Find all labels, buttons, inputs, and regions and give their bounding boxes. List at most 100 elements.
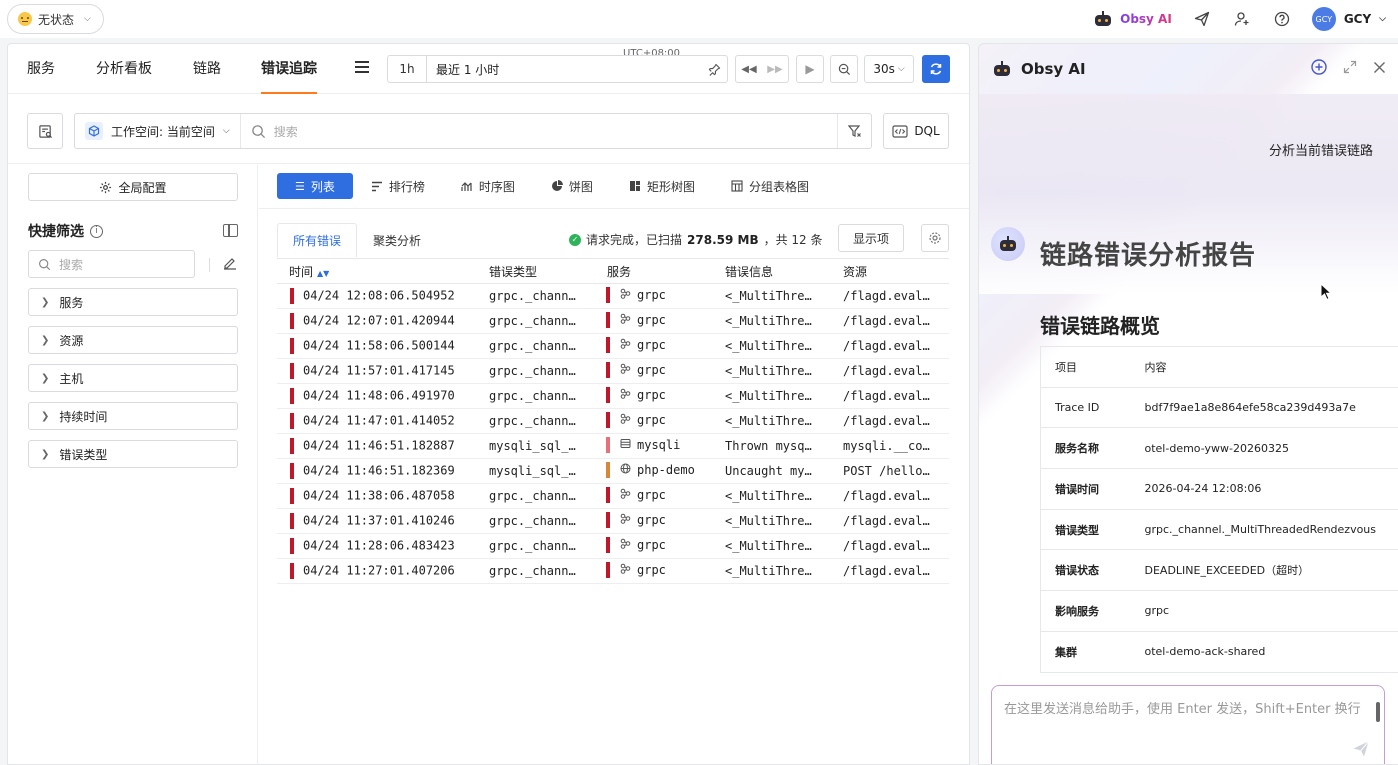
tab-timeseries[interactable]: 时序图 xyxy=(443,173,533,199)
help-icon[interactable] xyxy=(1272,9,1292,29)
tab-leaderboard[interactable]: 排行榜 xyxy=(353,173,443,199)
table-row[interactable]: 04/24 11:37:01.410246 grpc._chann… grpc <_M… xyxy=(277,508,949,534)
refresh-button[interactable] xyxy=(922,55,950,83)
refresh-interval-select[interactable]: 30s ⌵ xyxy=(864,55,914,83)
table-row[interactable]: 04/24 11:38:06.487058 grpc._chann… grpc <_M… xyxy=(277,483,949,509)
tab-error-tracking[interactable]: 错误追踪 xyxy=(261,44,317,94)
cell-message: <_MultiThre… xyxy=(713,483,831,509)
tab-treemap[interactable]: 矩形树图 xyxy=(611,173,713,199)
relative-time[interactable]: 1h xyxy=(388,56,427,82)
chat-input[interactable]: 在这里发送消息给助手，使用 Enter 发送，Shift+Enter 换行 xyxy=(991,685,1385,764)
column-header-service[interactable]: 服务 xyxy=(595,258,713,284)
facet-host[interactable]: ❯ 主机 xyxy=(28,364,238,392)
pin-icon[interactable] xyxy=(701,63,727,76)
table-row[interactable]: 04/24 11:46:51.182369 mysqli_sql_… php-dem… xyxy=(277,458,949,484)
expand-icon[interactable] xyxy=(1343,60,1357,77)
assistant-avatar xyxy=(991,227,1025,261)
cell-service[interactable]: php-demo xyxy=(595,458,713,484)
tab-services[interactable]: 服务 xyxy=(27,44,55,94)
rewind-icon[interactable]: ◀◀ xyxy=(736,56,762,82)
service-name: grpc xyxy=(637,362,666,377)
cell-service[interactable]: grpc xyxy=(595,308,713,334)
edit-icon[interactable] xyxy=(223,256,237,273)
explorer-toggle-button[interactable] xyxy=(27,113,63,149)
table-row[interactable]: 04/24 11:58:06.500144 grpc._chann… grpc <_M… xyxy=(277,333,949,359)
column-header-time[interactable]: 时间 ▲▼ xyxy=(277,258,477,284)
cell-service[interactable]: grpc xyxy=(595,408,713,434)
new-chat-icon[interactable] xyxy=(1311,59,1327,78)
dql-button[interactable]: DQL xyxy=(883,113,949,149)
divider xyxy=(209,258,210,272)
scrollbar[interactable] xyxy=(1376,702,1380,722)
cell-time: 04/24 11:28:06.483423 xyxy=(277,533,477,559)
cell-error-type: grpc._chann… xyxy=(477,558,595,584)
tab-pie[interactable]: 饼图 xyxy=(533,173,611,199)
service-color-marker xyxy=(606,411,610,428)
workspace-selector[interactable]: 工作空间: 当前空间 ⌵ xyxy=(75,114,241,148)
table-row[interactable]: 04/24 12:07:01.420944 grpc._chann… grpc <_M… xyxy=(277,308,949,334)
menu-icon[interactable] xyxy=(355,61,369,73)
sort-icon[interactable]: ▲▼ xyxy=(317,269,329,278)
tab-traces[interactable]: 链路 xyxy=(193,44,221,94)
close-icon[interactable] xyxy=(1373,61,1386,77)
obsy-ai-launcher[interactable]: Obsy AI xyxy=(1094,11,1172,27)
table-row[interactable]: 04/24 11:48:06.491970 grpc._chann… grpc <_M… xyxy=(277,383,949,409)
user-menu[interactable]: GCY GCY ⌵ xyxy=(1311,7,1386,31)
cell-service[interactable]: grpc xyxy=(595,558,713,584)
user-name: GCY xyxy=(1343,12,1372,26)
time-range-label[interactable]: 最近 1 小时 xyxy=(427,61,701,78)
send-icon[interactable] xyxy=(1352,740,1370,764)
fast-forward-icon[interactable]: ▶▶ xyxy=(762,56,788,82)
table-row[interactable]: 04/24 11:27:01.407206 grpc._chann… grpc <_M… xyxy=(277,558,949,584)
table-settings-button[interactable] xyxy=(921,224,949,252)
tab-cluster-analysis[interactable]: 聚类分析 xyxy=(357,223,437,257)
zoom-out-icon[interactable] xyxy=(831,56,857,82)
cell-service[interactable]: grpc xyxy=(595,483,713,509)
collapse-sidebar-icon[interactable] xyxy=(223,224,238,237)
chevron-right-icon: ❯ xyxy=(41,296,50,308)
facet-error-type[interactable]: ❯ 错误类型 xyxy=(28,440,238,468)
cell-service[interactable]: grpc xyxy=(595,358,713,384)
cell-service[interactable]: grpc xyxy=(595,383,713,409)
tab-dashboards[interactable]: 分析看板 xyxy=(96,44,152,94)
show-columns-button[interactable]: 显示项 xyxy=(838,224,904,252)
column-header-message[interactable]: 错误信息 xyxy=(713,258,831,284)
facet-resource[interactable]: ❯ 资源 xyxy=(28,326,238,354)
service-color-marker xyxy=(606,336,610,353)
service-color-marker xyxy=(606,511,610,528)
service-name: grpc xyxy=(637,387,666,402)
global-config-button[interactable]: 全局配置 xyxy=(28,173,238,201)
cell-service[interactable]: mysqli xyxy=(595,433,713,459)
tab-label: 饼图 xyxy=(568,179,593,194)
kv-row: 服务名称 otel-demo-yww-20260325 xyxy=(1040,427,1398,470)
cell-service[interactable]: grpc xyxy=(595,533,713,559)
status-selector[interactable]: 无状态 ⌵ xyxy=(7,4,104,34)
errors-table: 时间 ▲▼ 错误类型 服务 错误信息 资源 04/24 12:08:06.5049… xyxy=(277,258,949,584)
time-range-picker[interactable]: 1h 最近 1 小时 xyxy=(387,55,728,83)
table-row[interactable]: 04/24 11:46:51.182887 mysqli_sql_… mysqli T… xyxy=(277,433,949,459)
time-nav-controls: ◀◀ ▶▶ xyxy=(735,55,789,83)
table-row[interactable]: 04/24 11:28:06.483423 grpc._chann… grpc <_M… xyxy=(277,533,949,559)
search-input[interactable]: 搜索 xyxy=(241,123,298,140)
table-row[interactable]: 04/24 11:47:01.414052 grpc._chann… grpc <_M… xyxy=(277,408,949,434)
send-icon[interactable] xyxy=(1192,9,1212,29)
tab-group-table[interactable]: 分组表格图 xyxy=(713,173,827,199)
table-row[interactable]: 04/24 12:08:06.504952 grpc._chann… grpc <_M… xyxy=(277,283,949,309)
column-header-resource[interactable]: 资源 xyxy=(831,258,949,284)
facet-search-input[interactable]: 搜索 xyxy=(28,250,195,278)
column-header-error-type[interactable]: 错误类型 xyxy=(477,258,595,284)
add-user-icon[interactable] xyxy=(1232,9,1252,29)
table-row[interactable]: 04/24 11:57:01.417145 grpc._chann… grpc <_M… xyxy=(277,358,949,384)
info-icon[interactable]: i xyxy=(90,224,103,238)
clear-filter-button[interactable] xyxy=(837,114,871,148)
grpc-icon xyxy=(620,388,631,402)
tab-all-errors[interactable]: 所有错误 xyxy=(277,223,358,257)
tab-list[interactable]: ☰ 列表 xyxy=(277,173,353,199)
facet-service[interactable]: ❯ 服务 xyxy=(28,288,238,316)
play-icon[interactable]: ▶ xyxy=(797,56,823,82)
cell-service[interactable]: grpc xyxy=(595,283,713,309)
cell-service[interactable]: grpc xyxy=(595,333,713,359)
time-value: 04/24 11:57:01.417145 xyxy=(303,363,455,378)
cell-service[interactable]: grpc xyxy=(595,508,713,534)
facet-duration[interactable]: ❯ 持续时间 xyxy=(28,402,238,430)
